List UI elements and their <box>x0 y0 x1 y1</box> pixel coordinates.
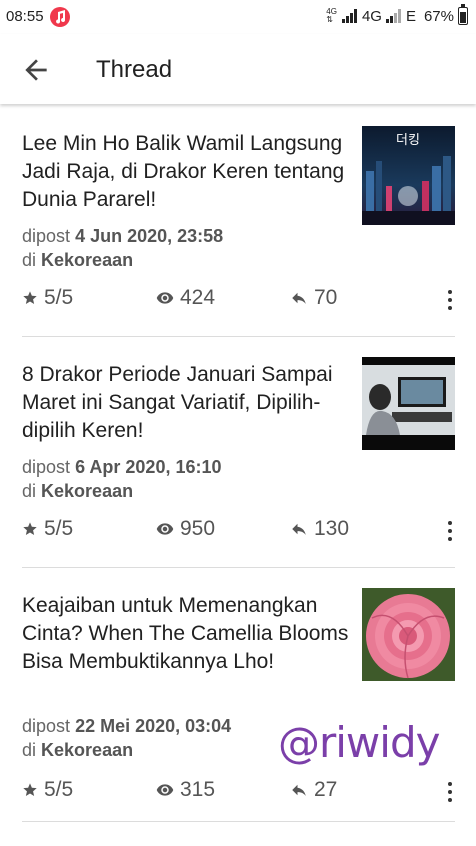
category-link[interactable]: Kekoreaan <box>41 481 133 501</box>
views-value: 315 <box>180 778 216 801</box>
battery-icon <box>458 4 468 25</box>
more-options-button[interactable] <box>444 519 456 545</box>
posted-prefix: dipost <box>22 457 71 477</box>
thread-stats: 5/5 950 130 <box>22 517 456 547</box>
status-indicators: 4G ⇅ 4G E 67% <box>326 4 468 25</box>
thread-meta: dipost 6 Apr 2020, 16:10 di Kekoreaan <box>22 455 222 503</box>
thumbnail-caption: 더킹 <box>396 133 420 148</box>
thread-stats: 5/5 424 70 <box>22 286 456 316</box>
eye-icon <box>156 784 174 796</box>
views-stat: 950 <box>156 517 215 541</box>
thread-card[interactable]: 8 Drakor Periode Januari Sampai Maret in… <box>0 337 476 568</box>
reply-icon <box>292 784 306 796</box>
more-options-button[interactable] <box>444 780 456 806</box>
star-icon <box>23 291 37 304</box>
music-app-icon <box>50 7 70 27</box>
thread-thumbnail[interactable] <box>362 357 455 450</box>
post-date: 4 Jun 2020, 23:58 <box>75 226 224 246</box>
thread-title[interactable]: Lee Min Ho Balik Wamil Langsung Jadi Raj… <box>22 130 352 214</box>
card-divider <box>22 821 455 822</box>
more-options-button[interactable] <box>444 288 456 314</box>
network-type-label: 4G <box>361 7 382 25</box>
category-prefix: di <box>22 740 37 760</box>
views-stat: 315 <box>156 778 215 802</box>
rating-value: 5/5 <box>44 517 74 540</box>
rating-value: 5/5 <box>44 286 74 309</box>
thread-title[interactable]: 8 Drakor Periode Januari Sampai Maret in… <box>22 361 352 445</box>
category-prefix: di <box>22 250 37 270</box>
thread-card[interactable]: Lee Min Ho Balik Wamil Langsung Jadi Raj… <box>0 106 476 337</box>
app-bar: Thread <box>0 34 476 104</box>
eye-icon <box>156 523 174 535</box>
arrow-back-icon <box>25 59 47 81</box>
views-value: 950 <box>180 517 216 540</box>
thread-card[interactable]: Keajaiban untuk Memenangkan Cinta? When … <box>0 568 476 828</box>
back-button[interactable] <box>20 54 52 86</box>
rating-value: 5/5 <box>44 778 74 801</box>
reply-icon <box>292 523 306 535</box>
thread-thumbnail[interactable]: 더킹 <box>362 126 455 225</box>
eye-icon <box>156 292 174 304</box>
category-prefix: di <box>22 481 37 501</box>
battery-percent: 67% <box>423 7 454 25</box>
signal-strength-icon-2 <box>385 9 401 23</box>
replies-value: 70 <box>314 286 338 309</box>
posted-prefix: dipost <box>22 716 71 736</box>
views-value: 424 <box>180 286 216 309</box>
status-time: 08:55 <box>6 8 44 25</box>
thread-title[interactable]: Keajaiban untuk Memenangkan Cinta? When … <box>22 592 352 676</box>
views-stat: 424 <box>156 286 215 310</box>
star-icon <box>23 783 37 796</box>
rating-stat: 5/5 <box>22 286 73 310</box>
posted-prefix: dipost <box>22 226 71 246</box>
status-bar: 08:55 4G ⇅ 4G E 67% <box>0 0 476 34</box>
replies-value: 130 <box>314 517 350 540</box>
replies-stat: 130 <box>290 517 349 541</box>
post-date: 6 Apr 2020, 16:10 <box>75 457 222 477</box>
replies-stat: 27 <box>290 778 337 802</box>
page-title: Thread <box>96 56 173 83</box>
watermark: @riwidy <box>278 718 440 767</box>
category-link[interactable]: Kekoreaan <box>41 250 133 270</box>
star-icon <box>23 522 37 535</box>
rating-stat: 5/5 <box>22 778 73 802</box>
rating-stat: 5/5 <box>22 517 73 541</box>
thread-meta: dipost 22 Mei 2020, 03:04 di Kekoreaan <box>22 714 231 762</box>
network-type-label-2: E <box>405 7 416 25</box>
replies-value: 27 <box>314 778 338 801</box>
signal-strength-icon <box>341 9 357 23</box>
thread-thumbnail[interactable] <box>362 588 455 681</box>
category-link[interactable]: Kekoreaan <box>41 740 133 760</box>
post-date: 22 Mei 2020, 03:04 <box>75 716 232 736</box>
reply-icon <box>292 292 306 304</box>
thread-stats: 5/5 315 27 <box>22 778 456 808</box>
network-small-label: 4G ⇅ <box>326 7 337 24</box>
replies-stat: 70 <box>290 286 337 310</box>
thread-meta: dipost 4 Jun 2020, 23:58 di Kekoreaan <box>22 224 223 272</box>
